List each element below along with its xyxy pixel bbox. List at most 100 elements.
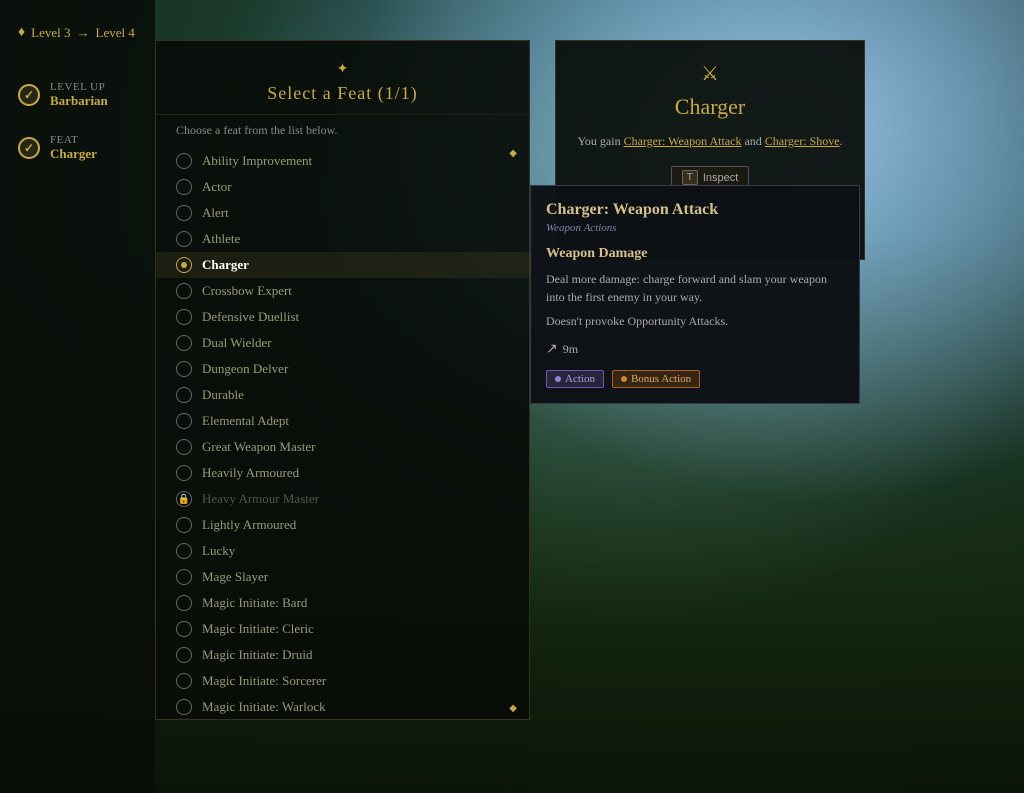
feat-list-item[interactable]: Athlete xyxy=(156,226,529,252)
feat-list-item[interactable]: Alert xyxy=(156,200,529,226)
tooltip-range: ↗ 9m xyxy=(546,341,844,358)
feat-list-item[interactable]: Magic Initiate: Sorcerer xyxy=(156,668,529,694)
tooltip-note: Doesn't provoke Opportunity Attacks. xyxy=(546,314,844,329)
feat-radio xyxy=(176,361,192,377)
range-value: 9m xyxy=(563,342,578,357)
feat-list-item[interactable]: Charger xyxy=(156,252,529,278)
feat-radio xyxy=(176,205,192,221)
feat-radio xyxy=(176,153,192,169)
tooltip-title: Charger: Weapon Attack xyxy=(546,201,844,219)
feat-radio: 🔒 xyxy=(176,491,192,507)
feat-name: Athlete xyxy=(202,231,240,247)
feat-name: Heavily Armoured xyxy=(202,465,299,481)
feat-panel-title: Select a Feat (1/1) xyxy=(176,83,509,104)
sidebar-value-levelup: Barbarian xyxy=(50,93,108,109)
sidebar-text-levelup: Level Up Barbarian xyxy=(50,81,108,109)
feat-radio xyxy=(176,465,192,481)
feat-name: Defensive Duellist xyxy=(202,309,299,325)
panel-ornament-top: ✦ xyxy=(176,61,509,78)
feat-list-container[interactable]: ◆ Ability Improvement Actor Alert Athlete Ch… xyxy=(156,143,529,719)
level-icon: ♦ xyxy=(18,25,25,41)
level-from: Level 3 xyxy=(31,25,70,41)
detail-title: Charger xyxy=(576,94,844,120)
range-icon: ↗ xyxy=(546,341,558,358)
sidebar-label-feat: Feat xyxy=(50,134,97,146)
sidebar-text-feat: Feat Charger xyxy=(50,134,97,162)
detail-icon: ⚔ xyxy=(576,61,844,86)
feat-list-item[interactable]: Magic Initiate: Cleric xyxy=(156,616,529,642)
feat-list-item[interactable]: Magic Initiate: Warlock xyxy=(156,694,529,719)
feat-list-item[interactable]: Durable xyxy=(156,382,529,408)
tooltip-category: Weapon Actions xyxy=(546,222,844,234)
feat-radio xyxy=(176,673,192,689)
level-to: Level 4 xyxy=(96,25,135,41)
feat-name: Magic Initiate: Sorcerer xyxy=(202,673,326,689)
check-circle-feat: ✓ xyxy=(18,137,40,159)
charger-shove-link[interactable]: Charger: Shove xyxy=(765,134,840,148)
feat-radio xyxy=(176,309,192,325)
feat-name: Lucky xyxy=(202,543,235,559)
tooltip-tags: Action Bonus Action xyxy=(546,370,844,388)
action-dot xyxy=(555,376,561,382)
feat-name: Charger xyxy=(202,257,249,273)
feat-name: Alert xyxy=(202,205,229,221)
desc-suffix: . xyxy=(840,134,843,148)
level-arrow: → xyxy=(77,25,90,41)
feat-list-item[interactable]: Ability Improvement xyxy=(156,148,529,174)
feat-name: Durable xyxy=(202,387,244,403)
level-indicator: ♦ Level 3 → Level 4 xyxy=(10,20,145,46)
feat-name: Mage Slayer xyxy=(202,569,268,585)
tag-action: Action xyxy=(546,370,604,388)
feat-list-item[interactable]: Magic Initiate: Bard xyxy=(156,590,529,616)
desc-prefix: You gain xyxy=(577,134,623,148)
feat-radio xyxy=(176,569,192,585)
feat-list-item[interactable]: Heavily Armoured xyxy=(156,460,529,486)
feat-name: Ability Improvement xyxy=(202,153,312,169)
feat-radio xyxy=(176,257,192,273)
feat-selection-panel: ✦ Select a Feat (1/1) Choose a feat from… xyxy=(155,40,530,720)
inspect-key: T xyxy=(682,170,698,185)
feat-list-item[interactable]: Dungeon Delver xyxy=(156,356,529,382)
scroll-diamond-top: ◆ xyxy=(509,148,517,159)
feat-list-item[interactable]: Elemental Adept xyxy=(156,408,529,434)
sidebar: ♦ Level 3 → Level 4 ✓ Level Up Barbarian… xyxy=(0,0,155,793)
tag-bonus-action: Bonus Action xyxy=(612,370,700,388)
feat-name: Elemental Adept xyxy=(202,413,289,429)
lock-icon: 🔒 xyxy=(178,494,190,505)
feat-radio xyxy=(176,387,192,403)
feat-list-item[interactable]: Crossbow Expert xyxy=(156,278,529,304)
feat-list-item[interactable]: Lucky xyxy=(156,538,529,564)
feat-list-item[interactable]: Lightly Armoured xyxy=(156,512,529,538)
feat-radio xyxy=(176,413,192,429)
feat-list-item[interactable]: Magic Initiate: Druid xyxy=(156,642,529,668)
feat-list-item[interactable]: Actor xyxy=(156,174,529,200)
bonus-dot xyxy=(621,376,627,382)
sidebar-value-feat: Charger xyxy=(50,146,97,162)
feat-list-item[interactable]: 🔒 Heavy Armour Master xyxy=(156,486,529,512)
feat-name: Crossbow Expert xyxy=(202,283,292,299)
feat-radio xyxy=(176,517,192,533)
tooltip-description: Deal more damage: charge forward and sla… xyxy=(546,270,844,306)
feat-list-item[interactable]: Mage Slayer xyxy=(156,564,529,590)
feat-list-item[interactable]: Defensive Duellist xyxy=(156,304,529,330)
feat-radio xyxy=(176,543,192,559)
feat-list-item[interactable]: Great Weapon Master xyxy=(156,434,529,460)
sidebar-label-levelup: Level Up xyxy=(50,81,108,93)
feat-radio xyxy=(176,283,192,299)
feat-radio xyxy=(176,647,192,663)
feat-radio xyxy=(176,179,192,195)
inspect-label: Inspect xyxy=(703,172,738,184)
sidebar-item-feat[interactable]: ✓ Feat Charger xyxy=(10,124,145,172)
checkmark-feat: ✓ xyxy=(24,141,34,156)
feat-name: Dual Wielder xyxy=(202,335,272,351)
feat-name: Dungeon Delver xyxy=(202,361,288,377)
charger-weapon-attack-link[interactable]: Charger: Weapon Attack xyxy=(624,134,742,148)
feat-radio xyxy=(176,439,192,455)
action-label: Action xyxy=(565,373,595,385)
scroll-diamond-bottom: ◆ xyxy=(509,703,517,714)
feat-list-item[interactable]: Dual Wielder xyxy=(156,330,529,356)
feat-radio xyxy=(176,621,192,637)
feat-name: Heavy Armour Master xyxy=(202,491,319,507)
sidebar-item-levelup[interactable]: ✓ Level Up Barbarian xyxy=(10,71,145,119)
feat-list: Ability Improvement Actor Alert Athlete Char… xyxy=(156,148,529,719)
